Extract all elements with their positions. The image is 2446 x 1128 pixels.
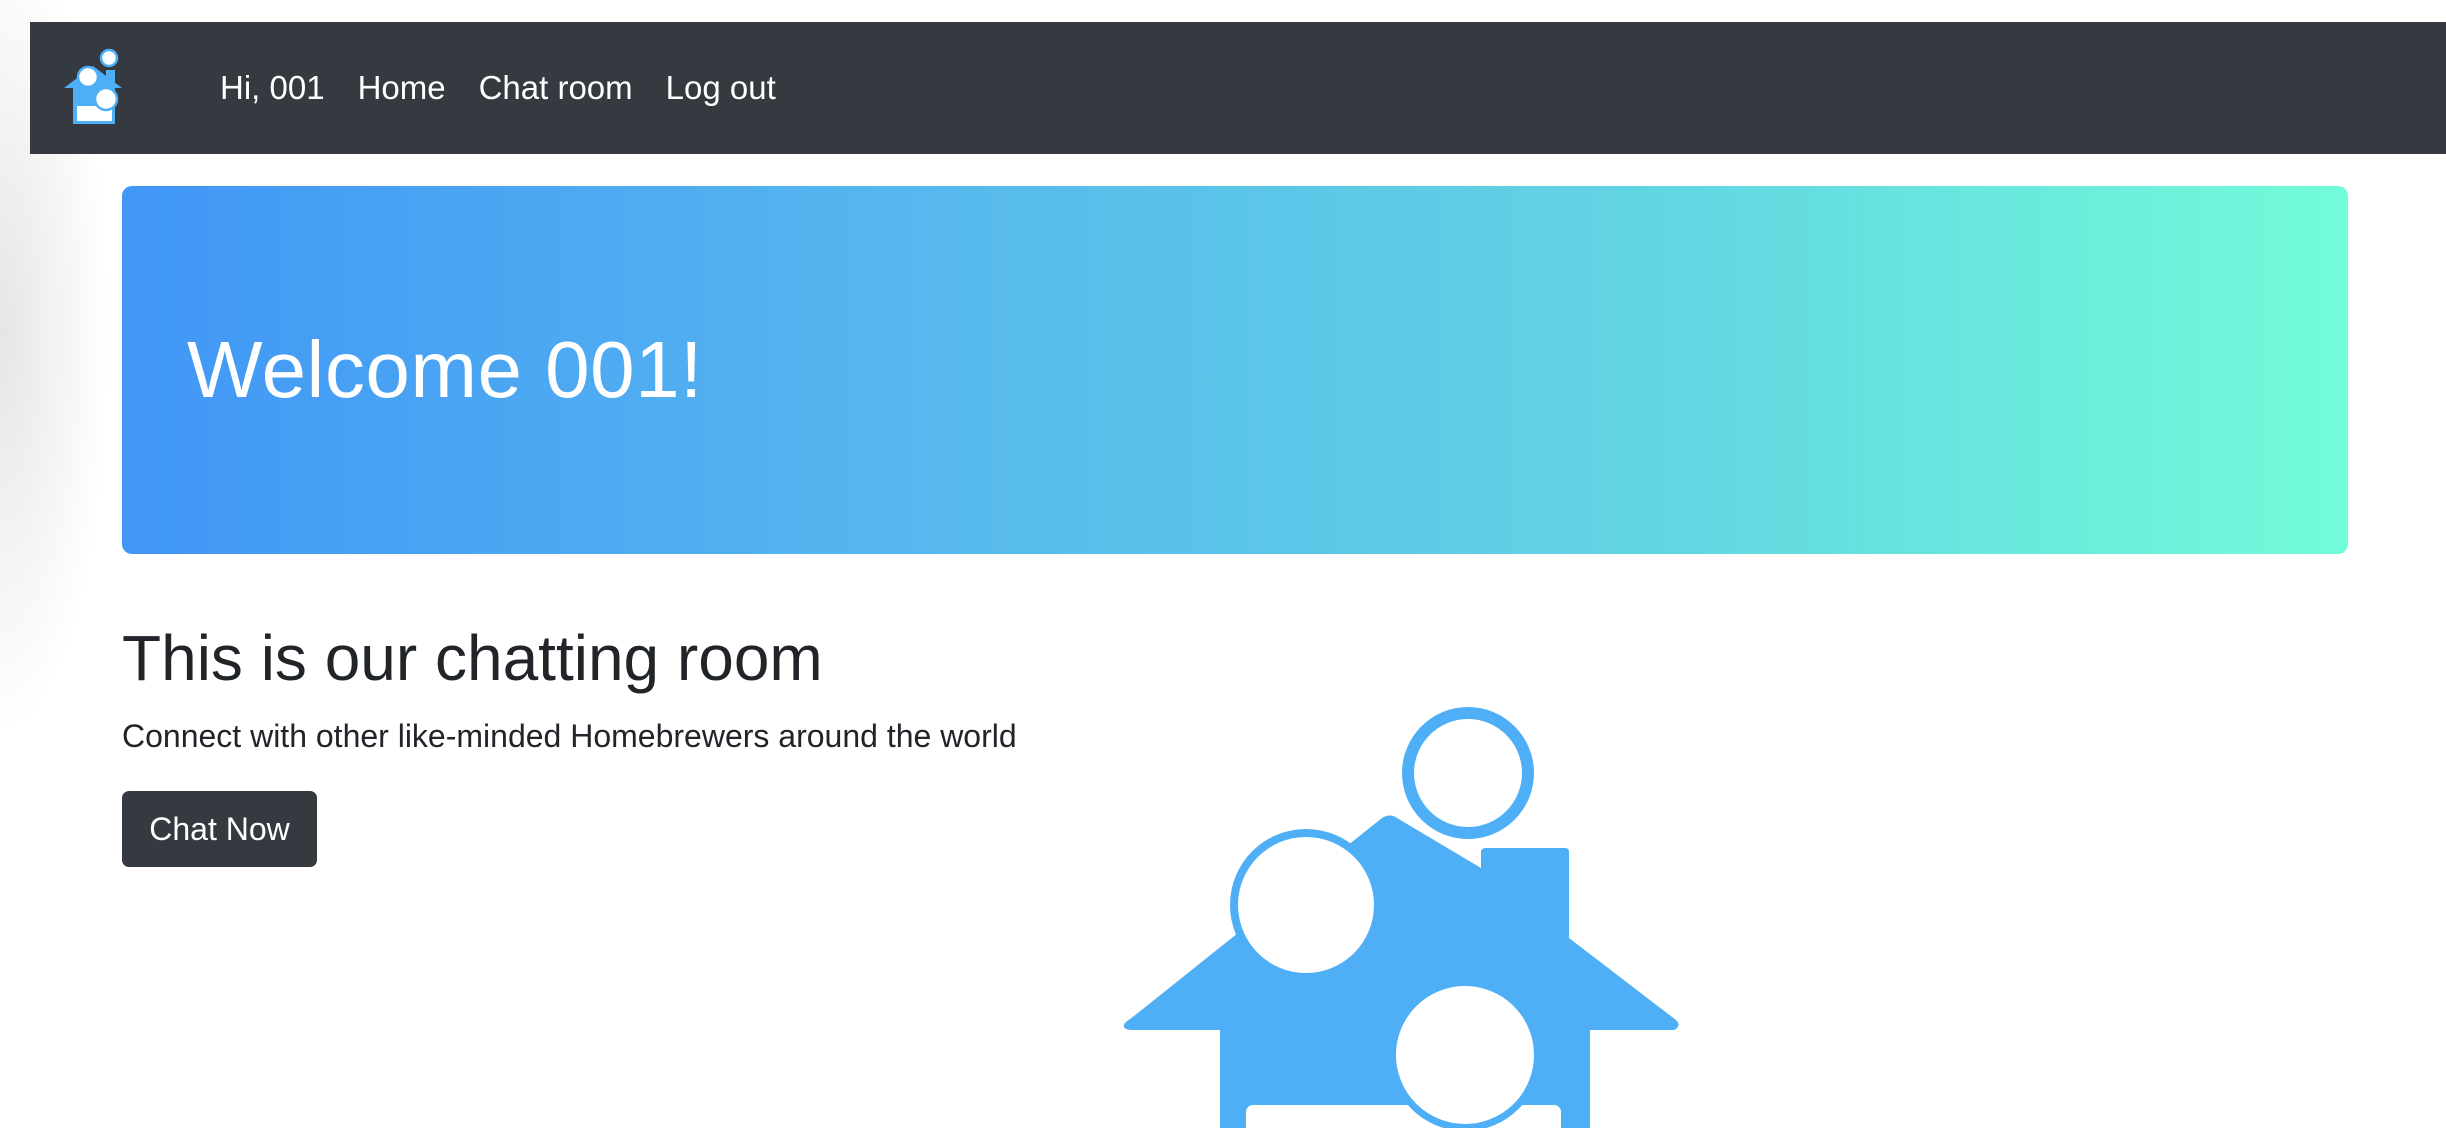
- chat-room-heading: This is our chatting room: [122, 622, 823, 694]
- welcome-title: Welcome 001!: [187, 325, 703, 414]
- page: Hi, 001 Home Chat room Log out Welcome 0…: [0, 0, 2446, 1128]
- nav-link-log-out[interactable]: Log out: [666, 69, 776, 107]
- people-house-illustration-icon: [1120, 700, 1680, 1128]
- top-navbar: Hi, 001 Home Chat room Log out: [30, 22, 2446, 154]
- nav-link-home[interactable]: Home: [358, 69, 446, 107]
- homebrew-house-logo-icon[interactable]: [60, 44, 144, 128]
- nav-link-chat-room[interactable]: Chat room: [479, 69, 633, 107]
- chat-room-description: Connect with other like-minded Homebrewe…: [122, 718, 1017, 754]
- nav-links: Hi, 001 Home Chat room Log out: [220, 22, 809, 154]
- welcome-jumbotron: Welcome 001!: [122, 186, 2348, 554]
- chat-now-button[interactable]: Chat Now: [122, 791, 317, 867]
- nav-greeting[interactable]: Hi, 001: [220, 69, 325, 107]
